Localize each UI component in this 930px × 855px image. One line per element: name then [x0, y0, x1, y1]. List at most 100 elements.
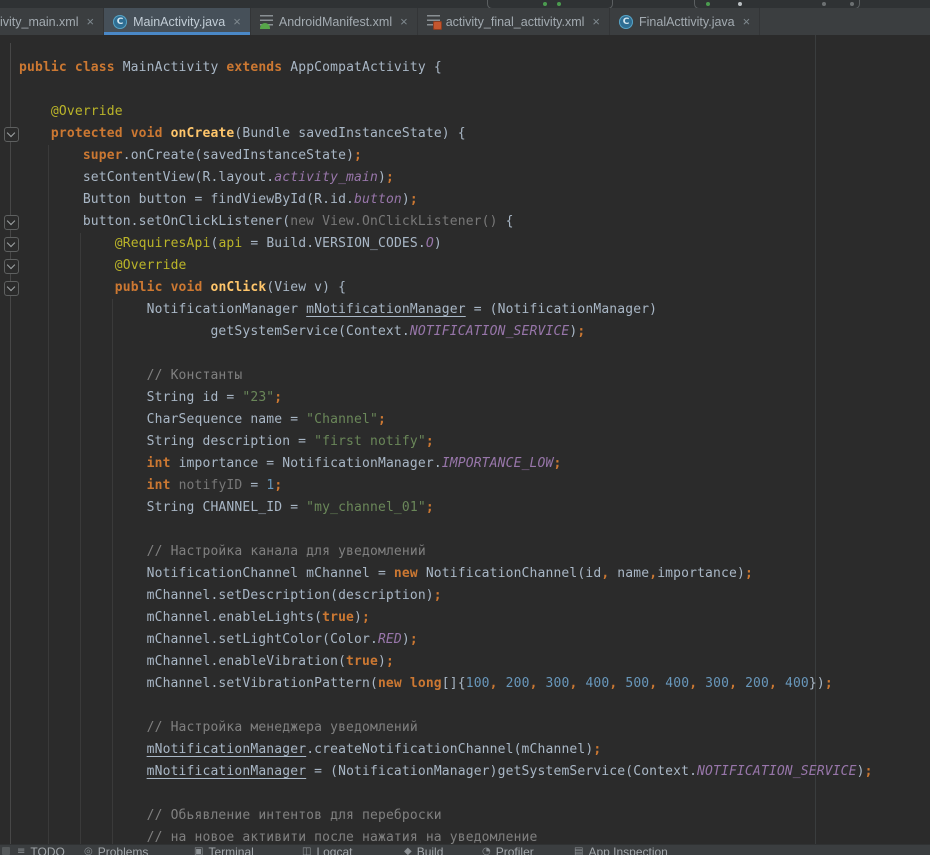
code-token — [19, 104, 51, 119]
tab-ivity-main-xml[interactable]: ivity_main.xml× — [0, 8, 104, 35]
code-line[interactable]: CharSequence name = "Channel"; — [19, 409, 930, 431]
code-token: int — [147, 478, 179, 493]
code-token: 100 — [466, 676, 490, 691]
code-line[interactable]: mChannel.enableVibration(true); — [19, 651, 930, 673]
tab-close-icon[interactable]: × — [592, 15, 600, 28]
code-token: public class — [19, 60, 123, 75]
code-token — [19, 720, 147, 735]
code-token: ; — [386, 170, 394, 185]
tab-finalacttivity-java[interactable]: CFinalActtivity.java× — [610, 8, 760, 35]
code-token: ; — [274, 390, 282, 405]
toolbar-dot-icon — [738, 2, 742, 6]
code-line[interactable]: int importance = NotificationManager.IMP… — [19, 453, 930, 475]
fold-marker-icon[interactable] — [4, 215, 19, 230]
main-toolbar — [0, 0, 930, 8]
code-token: ; — [274, 478, 282, 493]
tab-close-icon[interactable]: × — [87, 15, 95, 28]
code-token: , — [769, 676, 785, 691]
code-line[interactable] — [19, 783, 930, 805]
run-configuration-widget[interactable] — [487, 0, 613, 8]
code-token: notifyID — [179, 478, 251, 493]
code-line[interactable]: mNotificationManager = (NotificationMana… — [19, 761, 930, 783]
code-token: ) — [857, 764, 865, 779]
fold-marker-icon[interactable] — [4, 237, 19, 252]
code-line[interactable]: @Override — [19, 101, 930, 123]
fold-marker-icon[interactable] — [4, 259, 19, 274]
code-line[interactable]: protected void onCreate(Bundle savedInst… — [19, 123, 930, 145]
device-selector-widget[interactable] — [694, 0, 860, 8]
tab-activity-final-acttivity-xml[interactable]: activity_final_acttivity.xml× — [418, 8, 610, 35]
code-line[interactable]: // Обьявление интентов для переброски — [19, 805, 930, 827]
code-line[interactable]: button.setOnClickListener(new View.OnCli… — [19, 211, 930, 233]
code-line[interactable]: @RequiresApi(api = Build.VERSION_CODES.O… — [19, 233, 930, 255]
code-line[interactable]: setContentView(R.layout.activity_main); — [19, 167, 930, 189]
code-line[interactable] — [19, 343, 930, 365]
code-line[interactable]: mChannel.setDescription(description); — [19, 585, 930, 607]
code-token: (Bundle savedInstanceState) { — [234, 126, 465, 141]
code-token: new long — [378, 676, 442, 691]
tab-mainactivity-java[interactable]: CMainActivity.java× — [104, 8, 251, 35]
code-token: NotificationChannel mChannel = — [19, 566, 394, 581]
code-line[interactable]: mChannel.enableLights(true); — [19, 607, 930, 629]
code-line[interactable]: NotificationManager mNotificationManager… — [19, 299, 930, 321]
code-line[interactable]: mChannel.setLightColor(Color.RED); — [19, 629, 930, 651]
code-token: = Build.VERSION_CODES. — [250, 236, 426, 251]
code-line[interactable]: String description = "first notify"; — [19, 431, 930, 453]
fold-marker-icon[interactable] — [4, 281, 19, 296]
code-line[interactable]: getSystemService(Context.NOTIFICATION_SE… — [19, 321, 930, 343]
tab-androidmanifest-xml[interactable]: AndroidManifest.xml× — [251, 8, 418, 35]
code-token: "Channel" — [306, 412, 378, 427]
run-icon[interactable] — [543, 2, 547, 6]
code-token: , — [490, 676, 506, 691]
code-token — [19, 478, 147, 493]
code-line[interactable]: public class MainActivity extends AppCom… — [19, 57, 930, 79]
android-studio-window: { "tabs": [ {"label": "ivity_main.xml", … — [0, 0, 930, 855]
code-line[interactable]: @Override — [19, 255, 930, 277]
code-token: ; — [426, 434, 434, 449]
code-token: mChannel.enableLights( — [19, 610, 322, 625]
code-line[interactable]: super.onCreate(savedInstanceState); — [19, 145, 930, 167]
code-token: , — [649, 566, 657, 581]
code-token: ) — [434, 236, 442, 251]
tool-stripe-icon[interactable] — [2, 847, 10, 855]
code-line[interactable]: // Настройка менеджера уведомлений — [19, 717, 930, 739]
code-line[interactable]: Button button = findViewById(R.id.button… — [19, 189, 930, 211]
code-line[interactable]: // Константы — [19, 365, 930, 387]
code-token: new — [394, 566, 426, 581]
code-line[interactable]: int notifyID = 1; — [19, 475, 930, 497]
code-line[interactable]: mChannel.setVibrationPattern(new long[]{… — [19, 673, 930, 695]
code-line[interactable] — [19, 695, 930, 717]
chevron-down-icon — [7, 217, 15, 225]
code-token: ) — [378, 654, 386, 669]
code-token: "23" — [242, 390, 274, 405]
code-line[interactable]: // на новое активити после нажатия на ув… — [19, 827, 930, 849]
code-token: []{ — [442, 676, 466, 691]
code-line[interactable]: NotificationChannel mChannel = new Notif… — [19, 563, 930, 585]
code-token: mChannel.setLightColor(Color. — [19, 632, 378, 647]
code-token — [19, 764, 147, 779]
code-token — [19, 126, 51, 141]
code-line[interactable]: String CHANNEL_ID = "my_channel_01"; — [19, 497, 930, 519]
tab-close-icon[interactable]: × — [400, 15, 408, 28]
code-area[interactable]: public class MainActivity extends AppCom… — [19, 57, 930, 849]
code-line[interactable] — [19, 79, 930, 101]
code-token: ; — [825, 676, 833, 691]
tab-close-icon[interactable]: × — [233, 15, 241, 28]
code-line[interactable]: public void onClick(View v) { — [19, 277, 930, 299]
code-token: = (NotificationManager) — [466, 302, 657, 317]
code-line[interactable] — [19, 519, 930, 541]
code-token: (View v) { — [266, 280, 346, 295]
tab-label: MainActivity.java — [133, 15, 225, 29]
code-token: Button button = findViewById(R.id. — [19, 192, 354, 207]
code-line[interactable]: mNotificationManager.createNotificationC… — [19, 739, 930, 761]
code-line[interactable]: String id = "23"; — [19, 387, 930, 409]
code-token: ) — [378, 170, 386, 185]
code-token: "first notify" — [314, 434, 426, 449]
fold-marker-icon[interactable] — [4, 127, 19, 142]
debug-icon[interactable] — [557, 2, 561, 6]
code-line[interactable]: // Настройка канала для уведомлений — [19, 541, 930, 563]
code-editor[interactable]: public class MainActivity extends AppCom… — [0, 35, 930, 855]
tab-close-icon[interactable]: × — [743, 15, 751, 28]
code-token: ; — [354, 148, 362, 163]
toolbar-dot-icon — [850, 2, 854, 6]
